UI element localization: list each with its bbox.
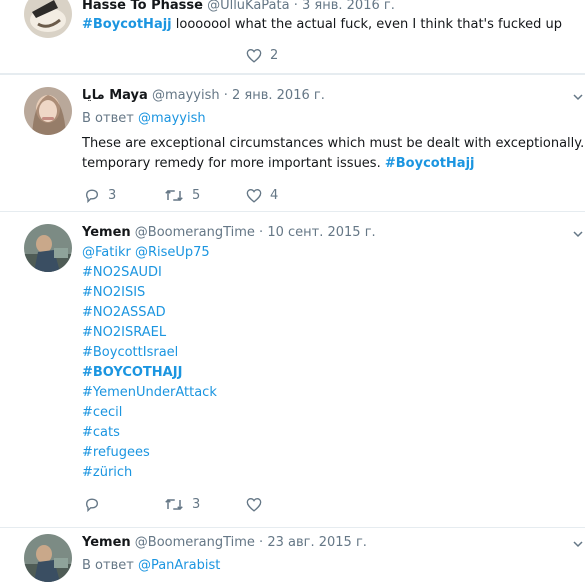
tweet-header: Hasse To Phasse @UlluKaPata · 3 янв. 201…	[82, 0, 395, 13]
avatar-image	[24, 534, 72, 582]
retweet-button[interactable]: 3	[164, 497, 200, 512]
hashtag-link[interactable]: #BoycotHajj	[82, 17, 172, 32]
avatar[interactable]	[24, 0, 72, 38]
hashtag-link[interactable]: #BoycotHajj	[385, 156, 475, 171]
tweet-date[interactable]: 23 авг. 2015 г.	[267, 535, 367, 550]
like-button[interactable]	[246, 497, 262, 512]
hashtag-link[interactable]: #zürich	[82, 465, 132, 480]
tweet-1[interactable]: Hasse To Phasse @UlluKaPata · 3 янв. 201…	[0, 0, 585, 74]
separator-dot: ·	[259, 225, 264, 240]
reply-icon	[85, 498, 99, 512]
tweet-3[interactable]: Yemen @BoomerangTime · 10 сент. 2015 г. …	[0, 212, 585, 528]
reply-icon	[85, 189, 99, 203]
avatar-image	[24, 0, 72, 38]
like-count: 2	[270, 48, 279, 63]
author-name[interactable]: Yemen	[82, 225, 131, 240]
tweet-text-body: looooool what the actual fuck, even I th…	[171, 17, 562, 32]
tweet-text-line2: temporary remedy for more important issu…	[82, 156, 474, 171]
heart-icon	[246, 189, 262, 203]
tweet-header: Yemen @BoomerangTime · 23 авг. 2015 г.	[82, 535, 367, 550]
author-handle[interactable]: @UlluKaPata	[207, 0, 290, 13]
tweet-date[interactable]: 3 янв. 2016 г.	[302, 0, 395, 13]
hashtag-link[interactable]: #cats	[82, 425, 120, 440]
author-name[interactable]: Hasse To Phasse	[82, 0, 203, 13]
reply-count: 3	[108, 188, 117, 203]
tweet-4[interactable]: Yemen @BoomerangTime · 23 авг. 2015 г. В…	[0, 528, 585, 582]
tweet-text-body: temporary remedy for more important issu…	[82, 156, 385, 171]
tweet-header: مايا Maya @mayyish · 2 янв. 2016 г.	[82, 88, 325, 103]
separator-dot: ·	[259, 535, 264, 550]
tweet-text-line1: These are exceptional circumstances whic…	[82, 136, 585, 151]
chevron-down-icon[interactable]	[573, 229, 583, 239]
reply-context: В ответ @PanArabist	[82, 558, 220, 573]
tweet-date[interactable]: 10 сент. 2015 г.	[267, 225, 375, 240]
hashtag-link[interactable]: #NO2ISRAEL	[82, 325, 166, 340]
reply-to-link[interactable]: @mayyish	[138, 111, 206, 126]
hashtag-link[interactable]: #YemenUnderAttack	[82, 385, 217, 400]
hashtag-link[interactable]: #cecil	[82, 405, 122, 420]
avatar[interactable]	[24, 87, 72, 135]
retweet-count: 5	[192, 188, 201, 203]
retweet-count: 3	[192, 497, 201, 512]
like-button[interactable]: 4	[246, 188, 278, 203]
hashtag-link[interactable]: #BoycottIsrael	[82, 345, 178, 360]
avatar[interactable]	[24, 534, 72, 582]
heart-icon	[246, 498, 262, 512]
like-button[interactable]: 2	[246, 48, 278, 63]
hashtag-link[interactable]: #BOYCOTHAJJ	[82, 365, 182, 380]
reply-button[interactable]: 3	[84, 188, 116, 203]
hashtag-link[interactable]: #refugees	[82, 445, 150, 460]
tweet-date[interactable]: 2 янв. 2016 г.	[232, 88, 325, 103]
avatar[interactable]	[24, 224, 72, 272]
avatar-image	[24, 224, 72, 272]
hashtag-link[interactable]: #NO2SAUDI	[82, 265, 162, 280]
chevron-down-icon[interactable]	[573, 92, 583, 102]
separator-dot: ·	[223, 88, 228, 103]
tweet-header: Yemen @BoomerangTime · 10 сент. 2015 г.	[82, 225, 376, 240]
avatar-image	[24, 87, 72, 135]
like-count: 4	[270, 188, 279, 203]
chevron-down-icon[interactable]	[573, 539, 583, 549]
reply-to-link[interactable]: @PanArabist	[138, 558, 220, 573]
separator-dot: ·	[293, 0, 298, 13]
reply-context: В ответ @mayyish	[82, 111, 206, 126]
tweet-2[interactable]: مايا Maya @mayyish · 2 янв. 2016 г. В от…	[0, 74, 585, 212]
author-name[interactable]: مايا Maya	[82, 88, 148, 103]
tweet-text: #BoycotHajj looooool what the actual fuc…	[82, 17, 562, 32]
reply-button[interactable]	[84, 497, 100, 512]
retweet-icon	[165, 498, 183, 511]
retweet-icon	[165, 189, 183, 202]
reply-prefix: В ответ	[82, 558, 134, 573]
heart-icon	[246, 49, 262, 63]
author-name[interactable]: Yemen	[82, 535, 131, 550]
hashtag-link[interactable]: #NO2ISIS	[82, 285, 145, 300]
retweet-button[interactable]: 5	[164, 188, 200, 203]
mentions[interactable]: @Fatikr @RiseUp75	[82, 245, 210, 260]
author-handle[interactable]: @BoomerangTime	[135, 535, 255, 550]
author-handle[interactable]: @mayyish	[152, 88, 220, 103]
author-handle[interactable]: @BoomerangTime	[135, 225, 255, 240]
reply-prefix: В ответ	[82, 111, 134, 126]
hashtag-link[interactable]: #NO2ASSAD	[82, 305, 166, 320]
